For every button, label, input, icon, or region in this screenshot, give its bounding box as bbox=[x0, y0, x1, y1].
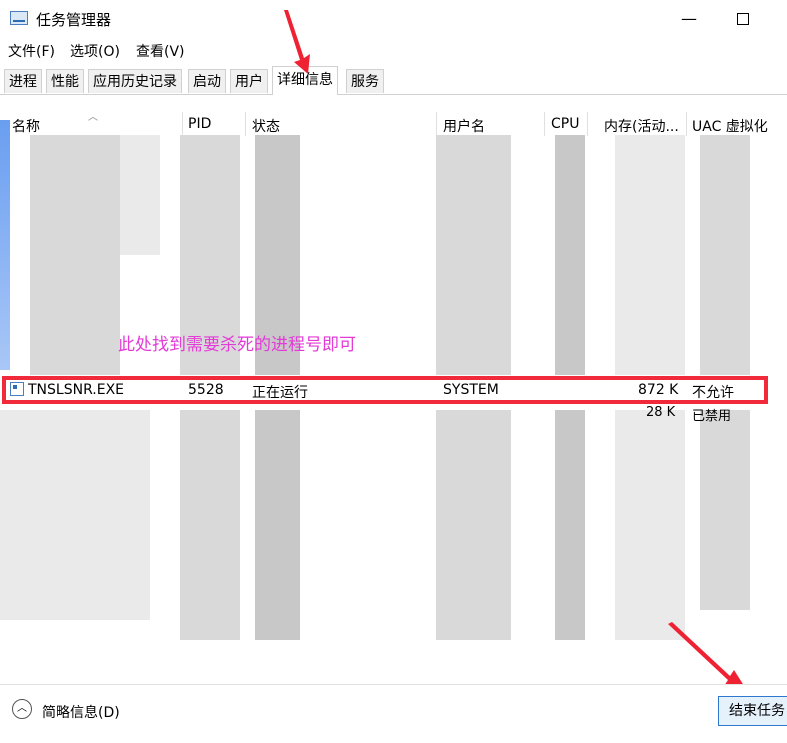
maximize-button[interactable] bbox=[730, 8, 756, 30]
row-name[interactable]: TNSLSNR.EXE bbox=[28, 382, 124, 398]
menu-bar: 文件(F) 选项(O) 查看(V) bbox=[0, 39, 787, 61]
annotation-text: 此处找到需要杀死的进程号即可 bbox=[118, 335, 356, 355]
menu-options[interactable]: 选项(O) bbox=[70, 41, 120, 61]
column-username[interactable]: 用户名 bbox=[443, 116, 485, 136]
obscured-memory-lower bbox=[615, 410, 685, 640]
tab-users[interactable]: 用户 bbox=[230, 69, 268, 93]
tab-services[interactable]: 服务 bbox=[346, 69, 384, 93]
column-name[interactable]: 名称 bbox=[12, 116, 40, 136]
fewer-details-link[interactable]: 简略信息(D) bbox=[42, 702, 120, 722]
column-divider[interactable] bbox=[245, 112, 246, 136]
obscured-memory-upper bbox=[615, 135, 685, 375]
obscured-status-lower bbox=[255, 410, 300, 640]
column-status[interactable]: 状态 bbox=[252, 116, 280, 136]
tab-performance[interactable]: 性能 bbox=[46, 69, 84, 93]
task-manager-icon bbox=[10, 11, 28, 25]
column-divider[interactable] bbox=[436, 112, 437, 136]
obscured-pids-lower bbox=[180, 410, 240, 640]
column-memory[interactable]: 内存(活动... bbox=[604, 116, 679, 136]
row-uac: 不允许 bbox=[692, 385, 734, 401]
row-user: SYSTEM bbox=[443, 382, 499, 398]
process-icon bbox=[10, 382, 24, 396]
obscured-names-upper bbox=[30, 135, 120, 375]
menu-file[interactable]: 文件(F) bbox=[8, 41, 55, 61]
tab-processes[interactable]: 进程 bbox=[4, 69, 42, 93]
obscured-users-lower bbox=[436, 410, 511, 640]
row-pid: 5528 bbox=[188, 382, 224, 398]
partial-row-memory: 28 K bbox=[646, 405, 676, 420]
tab-app-history[interactable]: 应用历史记录 bbox=[88, 69, 182, 93]
obscured-names-upper bbox=[120, 135, 160, 255]
column-divider[interactable] bbox=[544, 112, 545, 136]
tab-strip: 进程 性能 应用历史记录 启动 用户 详细信息 服务 bbox=[0, 66, 787, 95]
chevron-up-icon[interactable]: ︿ bbox=[12, 699, 32, 719]
column-pid[interactable]: PID bbox=[188, 116, 211, 132]
column-divider[interactable] bbox=[686, 112, 687, 136]
row-memory: 872 K bbox=[638, 382, 679, 398]
minimize-button[interactable]: — bbox=[676, 8, 702, 30]
arrow-to-details-icon bbox=[284, 10, 310, 74]
partial-row-uac: 已禁用 bbox=[692, 409, 732, 424]
obscured-uac-lower bbox=[700, 410, 750, 610]
row-status: 正在运行 bbox=[252, 385, 308, 401]
obscured-cpu-upper bbox=[555, 135, 585, 375]
obscured-cpu-lower bbox=[555, 410, 585, 640]
column-header-row: 名称 PID 状态 用户名 CPU 内存(活动... UAC 虚拟化 bbox=[0, 112, 787, 136]
obscured-names-lower bbox=[0, 410, 150, 620]
window-title: 任务管理器 bbox=[36, 11, 112, 29]
column-uac[interactable]: UAC 虚拟化 bbox=[692, 116, 768, 136]
obscured-users-upper bbox=[436, 135, 511, 375]
tab-startup[interactable]: 启动 bbox=[188, 69, 226, 93]
column-divider[interactable] bbox=[182, 112, 183, 136]
maximize-icon bbox=[737, 13, 749, 25]
end-task-button[interactable]: 结束任务 bbox=[718, 696, 787, 726]
column-divider[interactable] bbox=[587, 112, 588, 136]
column-cpu[interactable]: CPU bbox=[551, 116, 579, 132]
menu-view[interactable]: 查看(V) bbox=[136, 41, 185, 61]
obscured-uac-upper bbox=[700, 135, 750, 375]
title-bar: 任务管理器 — bbox=[0, 0, 787, 38]
row-selection-blur bbox=[0, 120, 10, 370]
